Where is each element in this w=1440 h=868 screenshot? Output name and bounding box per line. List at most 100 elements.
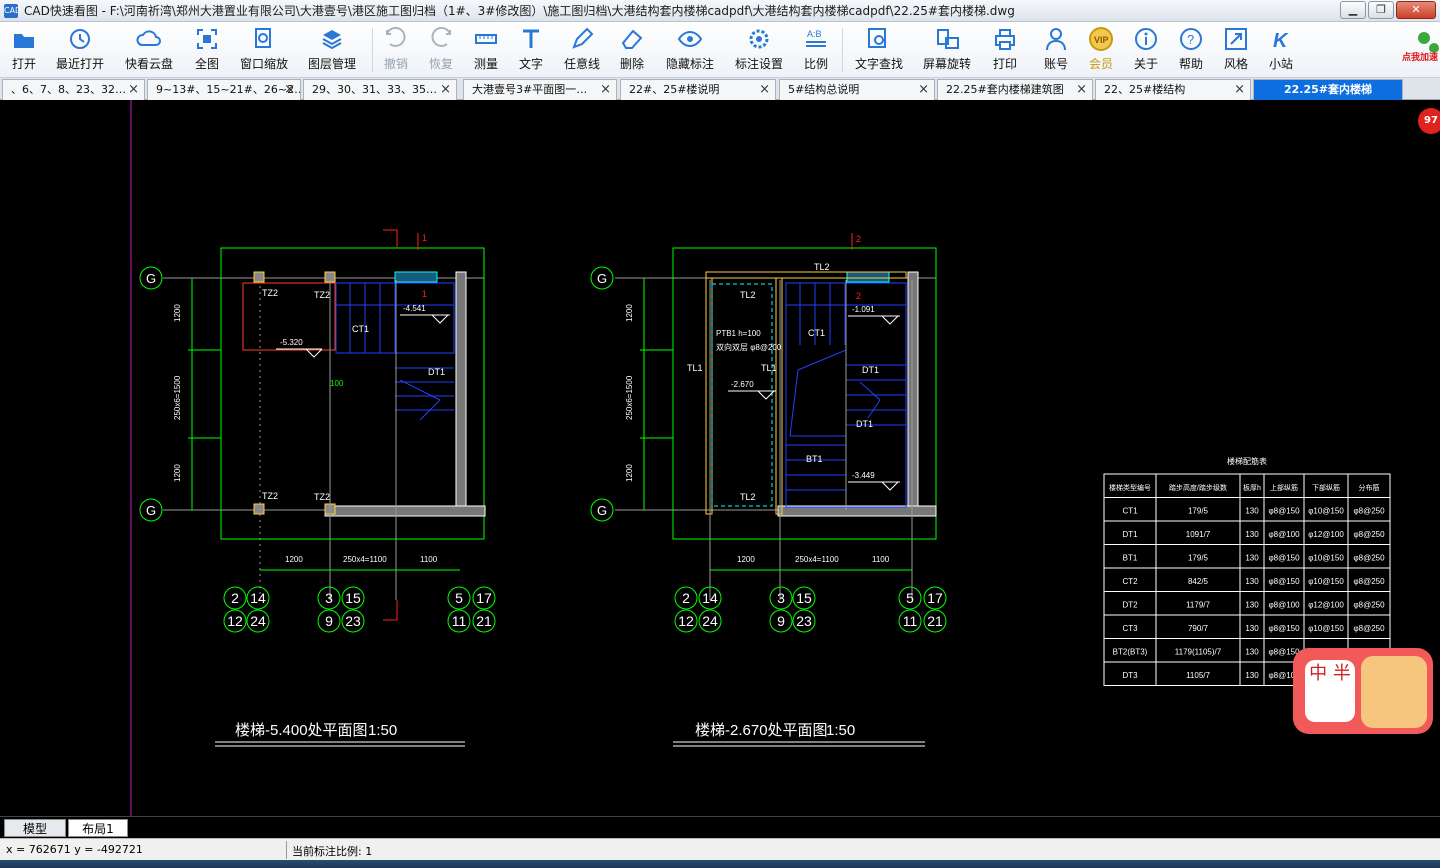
svg-text:1200: 1200 <box>173 304 182 322</box>
toolbar-button-1[interactable]: 最近打开 <box>50 26 110 74</box>
toolbar-button-0[interactable]: 打开 <box>0 26 54 74</box>
toolbar-button-14[interactable]: A:B 比例 <box>786 26 846 74</box>
toolbar-button-label: 删除 <box>619 57 644 71</box>
svg-text:VIP: VIP <box>1094 35 1109 45</box>
svg-text:1100: 1100 <box>872 555 890 564</box>
table-cell: φ12@100 <box>1308 530 1344 539</box>
axis-number: 14 <box>702 590 718 606</box>
tab-close-icon[interactable]: × <box>759 80 770 99</box>
toolbar-button-16[interactable]: 屏幕旋转 <box>917 26 977 74</box>
layout-tabs: 模型 布局1 <box>0 816 1440 838</box>
floating-avatar-widget[interactable]: 中 半 <box>1293 648 1433 734</box>
avatar-image <box>1361 656 1427 728</box>
toolbar-button-label: 图层管理 <box>307 57 356 71</box>
tab-close-icon[interactable]: × <box>1076 80 1087 99</box>
axis-number: 24 <box>250 613 266 629</box>
document-tab[interactable]: 22.25#套内楼梯建筑图 × <box>937 79 1093 100</box>
table-cell: DT1 <box>1122 530 1138 539</box>
toolbar-button-4[interactable]: 窗口缩放 <box>234 26 294 74</box>
main-toolbar: 打开 最近打开 快看云盘 全图 窗口缩放 图层管理 撤销 恢复 测量 文字 任意线 删除 隐藏标注 标注设… <box>0 22 1440 78</box>
table-cell: φ8@150 <box>1268 624 1300 633</box>
maximize-button[interactable]: ❐ <box>1368 1 1394 19</box>
table-header-cell: 下部纵筋 <box>1312 483 1340 492</box>
document-tab[interactable]: 5#结构总说明 × <box>779 79 935 100</box>
document-tab[interactable]: 大港壹号3#平面图一… × <box>463 79 617 100</box>
table-cell: φ8@150 <box>1268 507 1300 516</box>
axis-number: 12 <box>227 613 243 629</box>
axis-number: 24 <box>702 613 718 629</box>
axis-number: 23 <box>796 613 812 629</box>
tab-label: 22、25#楼结构 <box>1104 83 1186 96</box>
tab-label: 5#结构总说明 <box>788 83 860 96</box>
svg-text:1100: 1100 <box>420 555 438 564</box>
svg-text:1:50: 1:50 <box>826 722 855 739</box>
document-tab[interactable]: 22#、25#楼说明 × <box>620 79 776 100</box>
tab-close-icon[interactable]: × <box>284 80 295 99</box>
layout-tab-model[interactable]: 模型 <box>4 819 66 837</box>
toolbar-button-label: 最近打开 <box>55 57 104 71</box>
toolbar-button-15[interactable]: 文字查找 <box>849 26 909 74</box>
document-tab[interactable]: 、6、7、8、23、32… × <box>2 79 145 100</box>
svg-text:DT1: DT1 <box>428 367 445 377</box>
svg-text:-4.541: -4.541 <box>403 304 426 313</box>
window-title: CAD快速看图 - F:\河南祈湾\郑州大港置业有限公司\大港壹号\港区施工图归… <box>24 4 1015 18</box>
minimize-button[interactable]: ▁ <box>1340 1 1366 19</box>
k-site-icon: K <box>1273 30 1289 52</box>
title-bar: CAD CAD快速看图 - F:\河南祈湾\郑州大港置业有限公司\大港壹号\港区… <box>0 0 1440 22</box>
axis-number: 5 <box>455 590 463 606</box>
axis-number: 15 <box>796 590 812 606</box>
promo-accelerate[interactable]: 点我加速 <box>1394 26 1440 84</box>
toolbar-separator <box>372 28 373 72</box>
layers-icon <box>322 30 342 50</box>
svg-text:楼梯-2.670处平面图: 楼梯-2.670处平面图 <box>695 722 828 739</box>
layout-tab-layout1[interactable]: 布局1 <box>68 819 128 837</box>
tab-close-icon[interactable]: × <box>600 80 611 99</box>
tab-label: 大港壹号3#平面图一… <box>472 83 588 96</box>
tab-close-icon[interactable]: × <box>918 80 929 99</box>
table-cell: φ8@100 <box>1268 530 1300 539</box>
tab-close-icon[interactable]: × <box>128 80 139 99</box>
table-title: 楼梯配筋表 <box>1227 456 1267 466</box>
tab-label: 22#、25#楼说明 <box>629 83 720 96</box>
printer-icon <box>995 29 1015 50</box>
floating-badge[interactable]: 97 <box>1418 108 1440 134</box>
axis-number: 17 <box>927 590 943 606</box>
table-cell: BT1 <box>1123 554 1138 563</box>
document-tab[interactable]: 9~13#、15~21#、26~2… × <box>147 79 301 100</box>
table-cell: 130 <box>1245 648 1259 657</box>
tab-close-icon[interactable]: × <box>1234 80 1245 99</box>
svg-text:250x6=1500: 250x6=1500 <box>625 375 634 420</box>
table-cell: 1091/7 <box>1186 530 1211 539</box>
table-cell: 130 <box>1245 554 1259 563</box>
svg-text:2: 2 <box>856 234 861 244</box>
toolbar-button-23[interactable]: K 小站 <box>1251 26 1311 74</box>
toolbar-button-12[interactable]: 隐藏标注 <box>660 26 720 74</box>
table-cell: φ10@150 <box>1308 577 1344 586</box>
avatar-text: 中 半 <box>1305 660 1355 722</box>
svg-text:DT1: DT1 <box>856 419 873 429</box>
document-tab[interactable]: 22.25#套内楼梯 <box>1253 79 1403 100</box>
toolbar-button-3[interactable]: 全图 <box>177 26 237 74</box>
open-folder-icon <box>14 34 34 48</box>
svg-text:100: 100 <box>330 379 344 388</box>
right-plan: 2 2 TL2 TL2 TL2 TL1 TL1 PTB1 h=100 双向双层 … <box>590 233 937 747</box>
close-button[interactable]: ✕ <box>1396 1 1436 19</box>
toolbar-button-13[interactable]: 标注设置 <box>729 26 789 74</box>
axis-number: 2 <box>231 590 239 606</box>
toolbar-button-2[interactable]: 快看云盘 <box>119 26 179 74</box>
toolbar-button-label: 小站 <box>1268 57 1293 71</box>
toolbar-button-5[interactable]: 图层管理 <box>302 26 362 74</box>
table-cell: φ12@100 <box>1308 601 1344 610</box>
cursor-coordinates: x = 762671 y = -492721 <box>6 843 143 856</box>
drawing-canvas[interactable]: 1 TZ2 TZ2 TZ2 TZ2 CT1 DT1 -4.541 -5.320 … <box>0 100 1440 816</box>
document-tab[interactable]: 29、30、31、33、35… × <box>303 79 457 100</box>
cloud-icon <box>136 30 161 46</box>
document-tab[interactable]: 22、25#楼结构 × <box>1095 79 1251 100</box>
tab-label: 9~13#、15~21#、26~2… <box>156 83 301 96</box>
axis-number: 12 <box>678 613 694 629</box>
promo-label: 点我加速 <box>1401 53 1438 63</box>
tab-close-icon[interactable]: × <box>440 80 451 99</box>
svg-text:K: K <box>1273 30 1289 52</box>
toolbar-button-11[interactable]: 删除 <box>602 26 662 74</box>
table-cell: φ8@250 <box>1353 507 1385 516</box>
